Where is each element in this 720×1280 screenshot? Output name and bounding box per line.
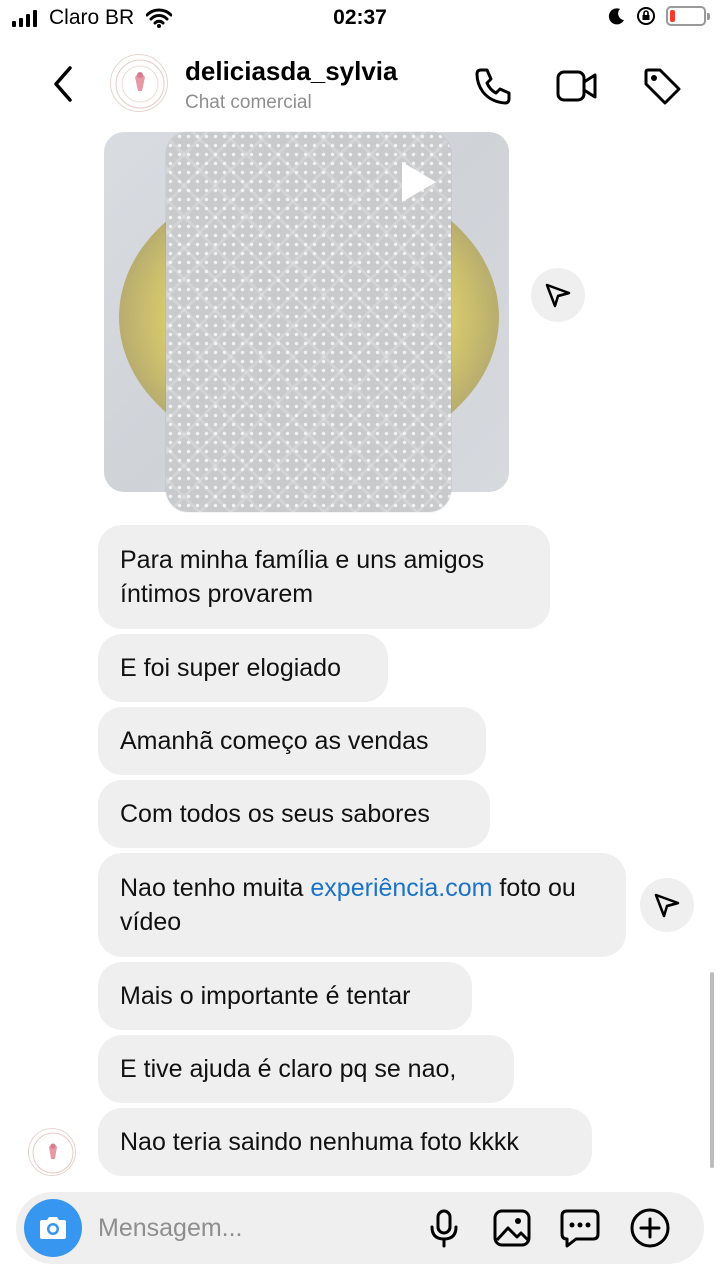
phone-icon[interactable] [471, 64, 515, 108]
microphone-icon[interactable] [422, 1206, 466, 1250]
message-bubble[interactable]: Com todos os seus sabores [98, 780, 490, 848]
status-right [608, 6, 710, 26]
message-input[interactable] [98, 1210, 408, 1246]
rotation-lock-icon [637, 7, 655, 25]
plus-icon[interactable] [628, 1206, 672, 1250]
back-chevron-icon[interactable] [44, 62, 84, 106]
message-link[interactable]: experiência.com [310, 874, 492, 902]
battery-level [670, 10, 675, 22]
message-text: Para minha família e uns amigos íntimos … [120, 546, 485, 608]
message-text: Com todos os seus sabores [120, 800, 430, 828]
send-icon [654, 893, 680, 918]
avatar[interactable] [110, 54, 168, 112]
message-text: E tive ajuda é claro pq se nao, [120, 1055, 457, 1083]
message-bubble[interactable]: E foi super elogiado [98, 634, 388, 702]
play-icon[interactable] [402, 162, 436, 202]
share-message-button[interactable] [640, 878, 694, 932]
message-bubble[interactable]: E tive ajuda é claro pq se nao, [98, 1035, 514, 1103]
message-text: E foi super elogiado [120, 654, 341, 682]
send-icon [545, 283, 571, 308]
message-composer [16, 1192, 704, 1264]
shared-reel[interactable] [104, 132, 514, 512]
camera-icon [40, 1217, 66, 1239]
camera-button[interactable] [24, 1199, 82, 1257]
chat-type-label: Chat comercial [185, 92, 312, 113]
gallery-icon[interactable] [490, 1206, 534, 1250]
tag-icon[interactable] [640, 64, 684, 108]
message-text: Mais o importante é tentar [120, 982, 411, 1010]
scrollbar[interactable] [710, 972, 714, 1168]
message-bubble[interactable]: Para minha família e uns amigos íntimos … [98, 525, 550, 629]
message-bubble[interactable]: Nao tenho muita experiência.com foto ou … [98, 853, 626, 957]
message-text-part: Nao tenho muita [120, 874, 311, 902]
message-text: Nao tenho muita experiência.com foto ou … [120, 871, 604, 939]
status-bar: Claro BR 02:37 [0, 0, 720, 40]
video-camera-icon[interactable] [555, 64, 599, 108]
message-bubble[interactable]: Nao teria saindo nenhuma foto kkkk [98, 1108, 592, 1176]
avatar-logo [115, 59, 165, 109]
sticker-icon[interactable] [558, 1206, 602, 1250]
message-bubble[interactable]: Mais o importante é tentar [98, 962, 472, 1030]
message-bubble[interactable]: Amanhã começo as vendas [98, 707, 486, 775]
battery-icon [666, 6, 710, 26]
contact-name[interactable]: deliciasda_sylvia [185, 56, 397, 87]
message-text: Nao teria saindo nenhuma foto kkkk [120, 1128, 519, 1156]
moon-icon [608, 8, 624, 25]
sender-avatar[interactable] [28, 1128, 76, 1176]
share-reel-button[interactable] [531, 268, 585, 322]
avatar-logo [32, 1132, 74, 1174]
message-text: Amanhã começo as vendas [120, 727, 429, 755]
chat-header: deliciasda_sylvia Chat comercial [0, 40, 720, 130]
